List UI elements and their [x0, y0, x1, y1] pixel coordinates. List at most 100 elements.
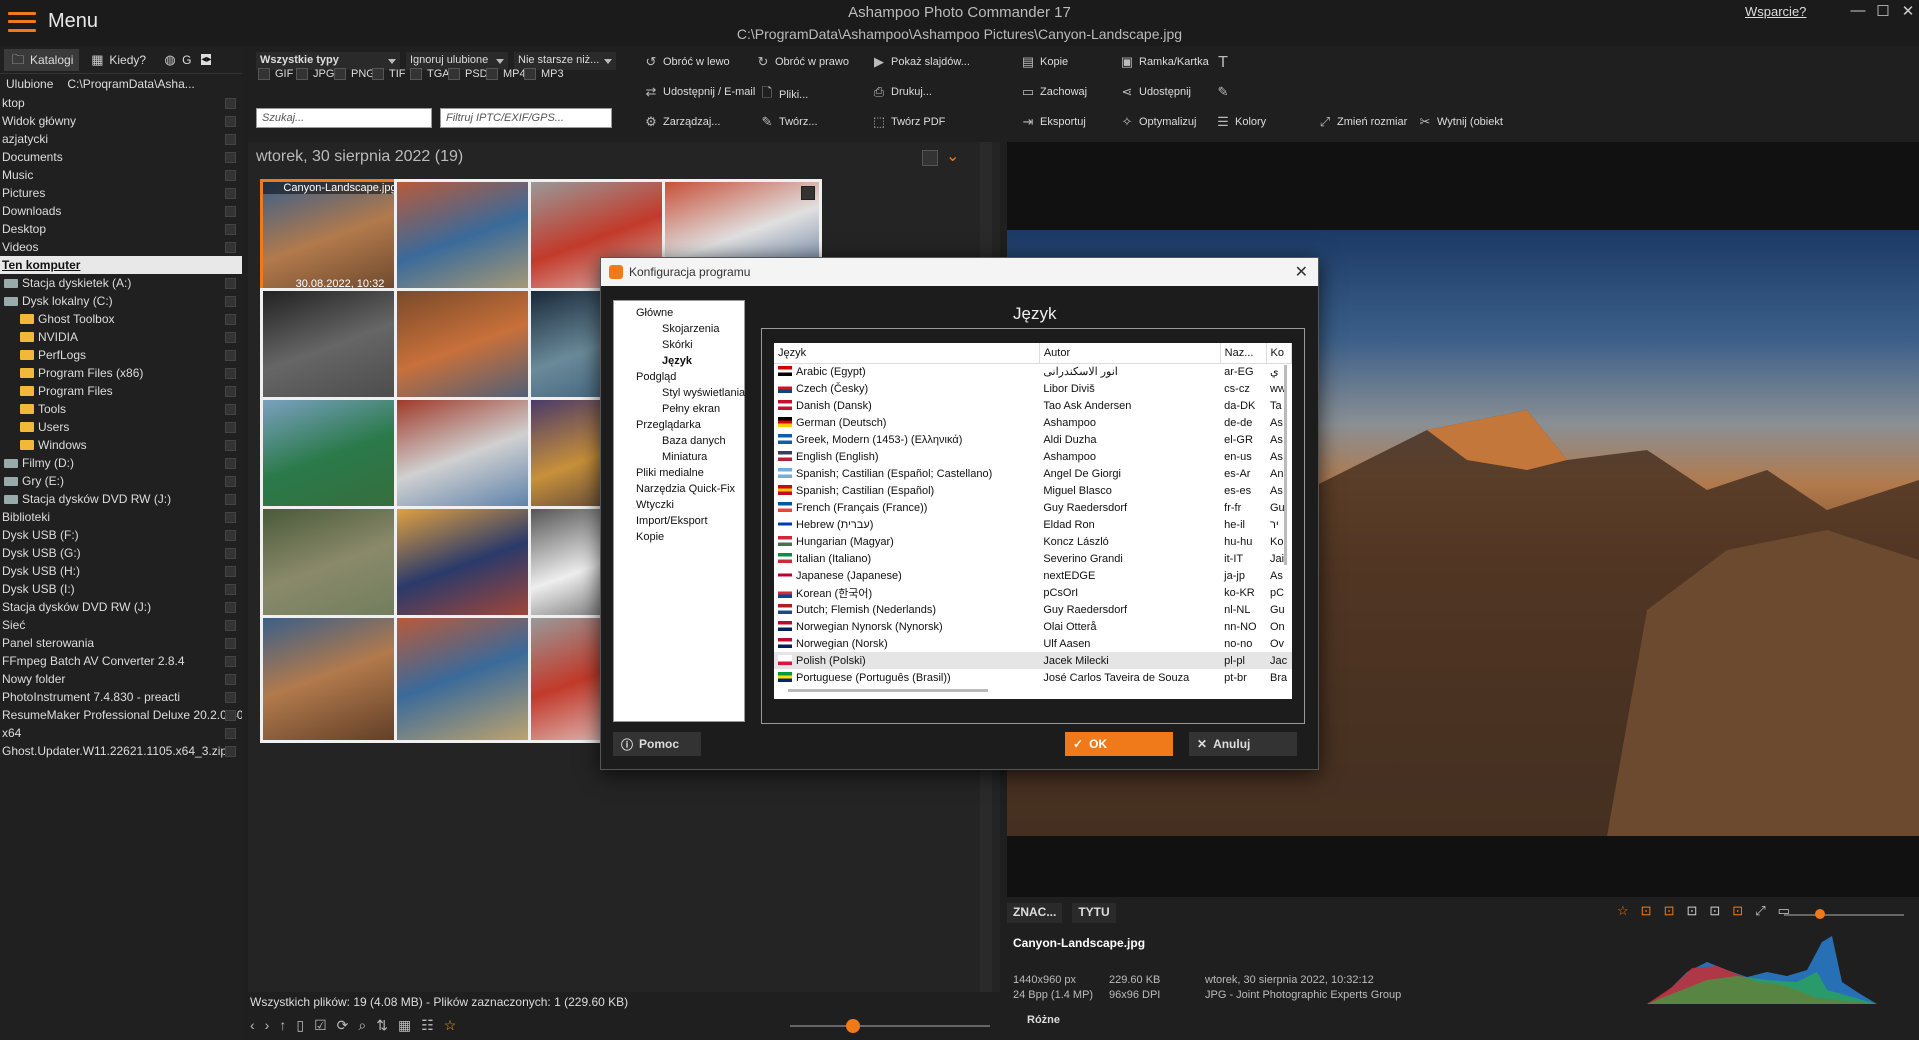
tree-item-checkbox[interactable] [225, 440, 236, 451]
language-row[interactable]: Hebrew (עברית) Eldad Ron he-il יר [774, 516, 1292, 533]
tree-item-checkbox[interactable] [225, 386, 236, 397]
settings-tree-item[interactable]: Styl wyświetlania [618, 385, 745, 401]
cut-object-button[interactable]: ✂ Wytnij (obiekt [1418, 114, 1503, 130]
tree-item[interactable]: Stacja dyskietek (A:) [0, 274, 242, 292]
panel-icon[interactable]: ▯ [296, 1017, 304, 1034]
tree-item-checkbox[interactable] [225, 314, 236, 325]
tree-item[interactable]: Dysk USB (G:) [0, 544, 242, 562]
tab-scroll-arrows[interactable]: ◂▸ [201, 54, 212, 65]
tree-item-checkbox[interactable] [225, 116, 236, 127]
cancel-button[interactable]: ✕ Anuluj [1189, 732, 1297, 756]
tree-item-checkbox[interactable] [225, 656, 236, 667]
tab-when[interactable]: ▦ Kiedy? [83, 49, 152, 71]
tree-item[interactable]: Ten komputer [0, 256, 242, 274]
tree-item[interactable]: Biblioteki [0, 508, 242, 526]
share-email-button[interactable]: ⇄ Udostępnij / E-mail [644, 84, 756, 100]
frame-icon-2[interactable]: ⊡ [1664, 903, 1675, 919]
language-row[interactable]: French (Français (France)) Guy Raedersdor… [774, 499, 1292, 516]
save-button[interactable]: ▭ Zachowaj [1021, 84, 1087, 100]
tree-item-checkbox[interactable] [225, 548, 236, 559]
settings-tree-item[interactable]: Import/Eksport [618, 513, 740, 529]
tree-item-checkbox[interactable] [225, 674, 236, 685]
tree-item-checkbox[interactable] [225, 368, 236, 379]
tree-item-checkbox[interactable] [225, 602, 236, 613]
tree-item[interactable]: Documents [0, 148, 242, 166]
slideshow-button[interactable]: ▶ Pokaż slajdów... [872, 54, 970, 70]
language-row[interactable]: Polish (Polski) Jacek Milecki pl-pl Jac [774, 652, 1292, 669]
colors-button[interactable]: ☰ Kolory [1216, 114, 1266, 130]
thumbnail-size-handle[interactable] [846, 1019, 860, 1033]
settings-tree-item[interactable]: Skojarzenia [618, 321, 740, 337]
language-row[interactable]: Norwegian (Norsk) Ulf Aasen no-no Ov [774, 635, 1292, 652]
select-icon[interactable]: ☑ [314, 1017, 327, 1034]
favorites-dropdown[interactable]: Ulubione [6, 77, 53, 91]
filetype-checkbox[interactable]: MP3 [524, 68, 564, 80]
settings-tree-item[interactable]: Baza danych [618, 433, 740, 449]
tree-item-checkbox[interactable] [225, 584, 236, 595]
tree-item-checkbox[interactable] [225, 728, 236, 739]
thumbnail-checkbox[interactable] [801, 186, 815, 200]
settings-tree-item[interactable]: Język [618, 353, 740, 369]
column-header[interactable]: Naz... [1220, 343, 1267, 364]
filetype-checkbox[interactable]: GIF [258, 68, 293, 80]
tab-globe[interactable]: ◍ G [156, 49, 197, 71]
fullscreen-icon[interactable]: ⤢ [1755, 903, 1765, 919]
filetype-checkbox[interactable]: PNG [334, 68, 375, 80]
tree-item[interactable]: PhotoInstrument 7.4.830 - preacti [0, 688, 242, 706]
tree-item-checkbox[interactable] [225, 746, 236, 757]
tree-item[interactable]: Ghost.Updater.W11.22621.1105.x64_3.zip [0, 742, 242, 760]
zoom-slider[interactable] [1784, 914, 1904, 916]
forward-icon[interactable]: › [265, 1017, 270, 1033]
files-button[interactable]: 🗋 Pliki... [760, 84, 809, 106]
help-button[interactable]: ⓘ Pomoc [613, 732, 701, 756]
language-row[interactable]: Norwegian Nynorsk (Nynorsk) Olai Otterå nn… [774, 618, 1292, 635]
box-icon[interactable]: ⊡ [1686, 903, 1697, 919]
settings-tree-item[interactable]: Miniatura [618, 449, 740, 465]
list-hscrollbar[interactable] [788, 689, 988, 692]
tree-item-checkbox[interactable] [225, 296, 236, 307]
language-row[interactable]: Portuguese (Português (Brasil)) José Carl… [774, 669, 1292, 686]
ok-button[interactable]: ✓ OK [1065, 732, 1173, 756]
tree-item-checkbox[interactable] [225, 206, 236, 217]
tab-tags[interactable]: ZNAC... [1007, 903, 1063, 923]
pencil-button[interactable]: ✎ [1216, 84, 1230, 100]
language-row[interactable]: Dutch; Flemish (Nederlands) Guy Raedersdo… [774, 601, 1292, 618]
tree-item[interactable]: Filmy (D:) [0, 454, 242, 472]
language-row[interactable]: Greek, Modern (1453-) (Ελληνικά) Aldi Duz… [774, 431, 1292, 448]
tab-catalogs[interactable]: 🗀 Katalogi [4, 48, 80, 71]
list-vscrollbar[interactable] [1284, 365, 1287, 565]
language-row[interactable]: German (Deutsch) Ashampoo de-de As [774, 414, 1292, 431]
language-row[interactable]: Spanish; Castilian (Español) Miguel Blasc… [774, 482, 1292, 499]
close-icon[interactable]: ✕ [1896, 2, 1919, 20]
sort-icon[interactable]: ⇅ [376, 1017, 388, 1034]
tree-item-checkbox[interactable] [225, 458, 236, 469]
copies-button[interactable]: ▤ Kopie [1021, 54, 1068, 70]
tree-item-checkbox[interactable] [225, 152, 236, 163]
tree-item-checkbox[interactable] [225, 332, 236, 343]
tree-item[interactable]: Windows [0, 436, 242, 454]
rotate-right-button[interactable]: ↻ Obróć w prawo [756, 54, 849, 70]
tree-item[interactable]: Stacja dysków DVD RW (J:) [0, 490, 242, 508]
settings-tree-item[interactable]: Pliki medialne [618, 465, 740, 481]
manage-button[interactable]: ⚙ Zarządzaj... [644, 114, 720, 130]
settings-tree-item[interactable]: Narzędzia Quick-Fix [618, 481, 740, 497]
tree-item[interactable]: ktop [0, 94, 242, 112]
tree-item[interactable]: Stacja dysków DVD RW (J:) [0, 598, 242, 616]
refresh-icon[interactable]: ⟳ [337, 1017, 349, 1034]
tree-item-checkbox[interactable] [225, 170, 236, 181]
settings-tree-item[interactable]: Podgląd [618, 369, 740, 385]
filetype-checkbox[interactable]: JPG [296, 68, 334, 80]
support-link[interactable]: Wsparcie? [1745, 4, 1806, 19]
collapse-chevron-icon[interactable]: ⌄ [946, 146, 959, 166]
view-list-icon[interactable]: ☷ [421, 1017, 434, 1034]
tree-item-checkbox[interactable] [225, 422, 236, 433]
tree-item[interactable]: Music [0, 166, 242, 184]
tree-item-checkbox[interactable] [225, 224, 236, 235]
optimize-button[interactable]: ✧ Optymalizuj [1120, 114, 1197, 130]
minimize-icon[interactable]: — [1846, 2, 1870, 19]
tree-item[interactable]: Program Files [0, 382, 242, 400]
settings-tree-item[interactable]: Skórki [618, 337, 740, 353]
star-icon[interactable]: ☆ [1617, 903, 1629, 919]
tree-item[interactable]: Pictures [0, 184, 242, 202]
language-row[interactable]: Czech (Česky) Libor Diviš cs-cz ww [774, 380, 1292, 397]
